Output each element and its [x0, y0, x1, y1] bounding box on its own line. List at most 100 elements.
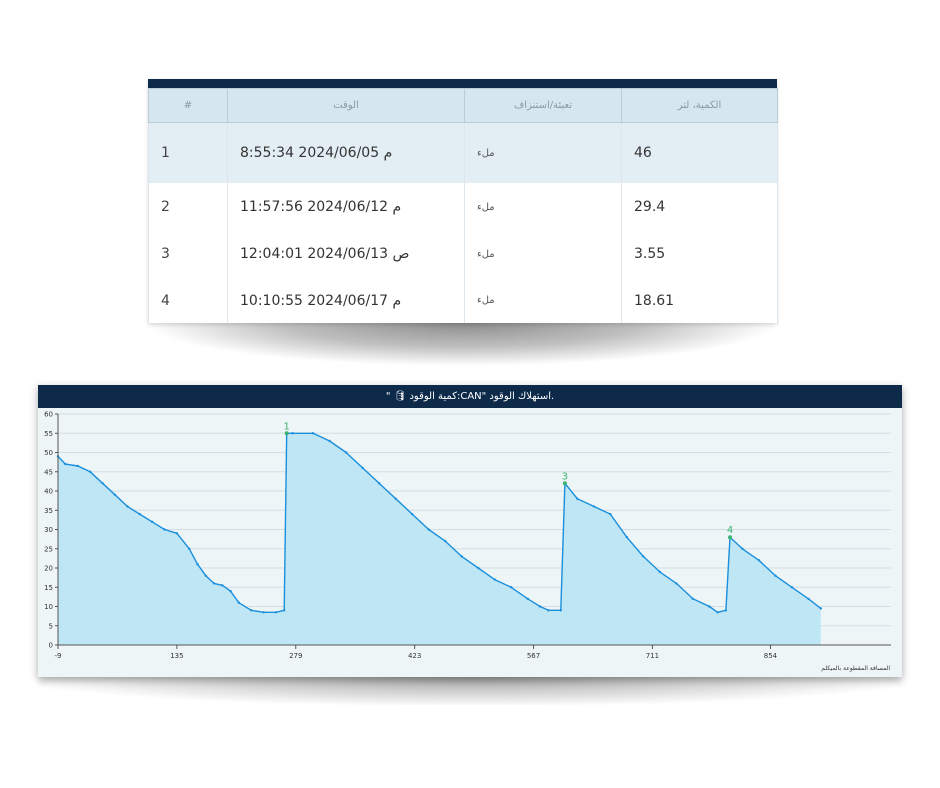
- data-point: [101, 482, 104, 485]
- data-point: [237, 601, 240, 604]
- data-point: [377, 482, 381, 485]
- data-point: [410, 512, 414, 516]
- table-row[interactable]: 3 12:04:01 2024/06/13 ص ملء 3.55: [148, 231, 778, 277]
- cell-time: 12:04:01 2024/06/13 ص: [227, 231, 465, 277]
- chart-area: [56, 432, 823, 645]
- y-tick-label: 45: [44, 468, 53, 476]
- y-tick-label: 30: [44, 526, 53, 534]
- data-point: [493, 578, 496, 581]
- data-point: [724, 609, 728, 612]
- data-point: [249, 609, 253, 612]
- table-row[interactable]: 1 8:55:34 2024/06/05 م ملء 46: [148, 122, 778, 183]
- refuel-marker-label: 4: [727, 525, 733, 536]
- data-point: [311, 432, 315, 435]
- cell-quantity: 18.61: [621, 277, 778, 324]
- data-point: [642, 555, 645, 558]
- cell-time: 11:57:56 2024/06/12 م: [227, 183, 465, 231]
- data-point: [477, 566, 480, 570]
- data-point: [221, 584, 224, 587]
- data-point: [790, 586, 794, 589]
- data-point: [658, 570, 662, 574]
- header-index[interactable]: #: [148, 88, 228, 123]
- y-tick-label: 35: [44, 507, 53, 515]
- data-point: [283, 609, 286, 612]
- data-point: [291, 432, 294, 435]
- data-point: [691, 597, 695, 600]
- data-point: [592, 505, 595, 508]
- data-point: [443, 539, 447, 543]
- table-row[interactable]: 4 10:10:55 2024/06/17 م ملء 18.61: [148, 277, 778, 324]
- data-point: [328, 439, 331, 443]
- x-tick-label: 854: [764, 652, 778, 660]
- cell-type: ملء: [464, 231, 622, 277]
- data-point: [807, 597, 810, 600]
- data-point: [188, 547, 191, 550]
- cell-quantity: 29.4: [621, 183, 778, 231]
- series-area: [58, 433, 821, 645]
- data-point: [163, 528, 166, 531]
- y-tick-label: 60: [44, 411, 53, 419]
- cell-time: 10:10:55 2024/06/17 م: [227, 277, 465, 324]
- data-point: [559, 609, 562, 612]
- refuel-table: # الوقت تعبئة/استنزاف الكمية، لتر 1 8:55…: [148, 88, 778, 324]
- x-tick-label: 279: [289, 652, 302, 660]
- chart-title: " 🛢 كمية الوقود:CAN" استهلاك الوقود.: [38, 385, 902, 408]
- data-point: [708, 605, 711, 608]
- cell-quantity: 3.55: [621, 231, 778, 277]
- y-tick-label: 20: [44, 565, 53, 573]
- header-time[interactable]: الوقت: [227, 88, 465, 123]
- table-top-bar: [148, 79, 777, 88]
- data-point: [576, 497, 579, 500]
- header-quantity[interactable]: الكمية، لتر: [621, 88, 778, 123]
- y-tick-label: 55: [44, 430, 53, 438]
- data-point: [675, 582, 678, 585]
- cell-index: 4: [148, 277, 228, 324]
- table-row[interactable]: 2 11:57:56 2024/06/12 م ملء 29.4: [148, 183, 778, 231]
- cell-type: ملء: [464, 122, 622, 183]
- data-point: [361, 466, 364, 470]
- x-tick-label: -9: [55, 652, 62, 660]
- data-point: [526, 597, 529, 600]
- data-point: [64, 462, 67, 466]
- cell-quantity: 46: [621, 122, 778, 183]
- data-point: [196, 562, 199, 566]
- data-point: [262, 611, 265, 614]
- y-tick-label: 10: [44, 603, 53, 611]
- x-tick-label: 567: [527, 652, 540, 660]
- data-point: [88, 470, 92, 473]
- table-shadow: [152, 323, 773, 365]
- refuel-marker-label: 1: [283, 421, 289, 432]
- data-point: [76, 464, 80, 468]
- header-type[interactable]: تعبئة/استنزاف: [464, 88, 622, 123]
- data-point: [175, 532, 179, 535]
- data-point: [716, 611, 719, 614]
- fuel-chart-card: " 🛢 كمية الوقود:CAN" استهلاك الوقود. 0 5 1…: [38, 385, 902, 705]
- y-tick-label: 5: [49, 622, 53, 630]
- x-axis-label: المسافة المقطوعة بالميكلم: [821, 665, 890, 672]
- data-point: [394, 497, 397, 500]
- data-point: [547, 609, 550, 612]
- y-tick-label: 40: [44, 488, 53, 496]
- data-point: [212, 582, 216, 585]
- data-point: [274, 611, 278, 614]
- data-point: [774, 574, 777, 577]
- data-point: [150, 520, 154, 523]
- data-point: [113, 493, 117, 497]
- data-point: [126, 505, 129, 508]
- y-tick-label: 25: [44, 545, 53, 553]
- y-tick-label: 15: [44, 584, 53, 592]
- fuel-chart[interactable]: 0 5 10 15 20 25 30 35 40 45 50 55 60 -9 135 279 423 567 71…: [38, 408, 902, 677]
- refuel-table-card: # الوقت تعبئة/استنزاف الكمية، لتر 1 8:55…: [148, 79, 778, 365]
- data-point: [427, 528, 430, 531]
- data-point: [757, 559, 761, 562]
- chart-shadow: [38, 677, 902, 705]
- refuel-marker-label: 3: [562, 471, 568, 482]
- data-point: [138, 512, 141, 516]
- y-tick-label: 50: [44, 449, 53, 457]
- x-tick-label: 711: [646, 652, 659, 660]
- data-point: [204, 574, 207, 577]
- data-point: [609, 512, 612, 516]
- data-point: [344, 451, 348, 454]
- cell-index: 1: [148, 122, 228, 183]
- x-tick-label: 423: [408, 652, 421, 660]
